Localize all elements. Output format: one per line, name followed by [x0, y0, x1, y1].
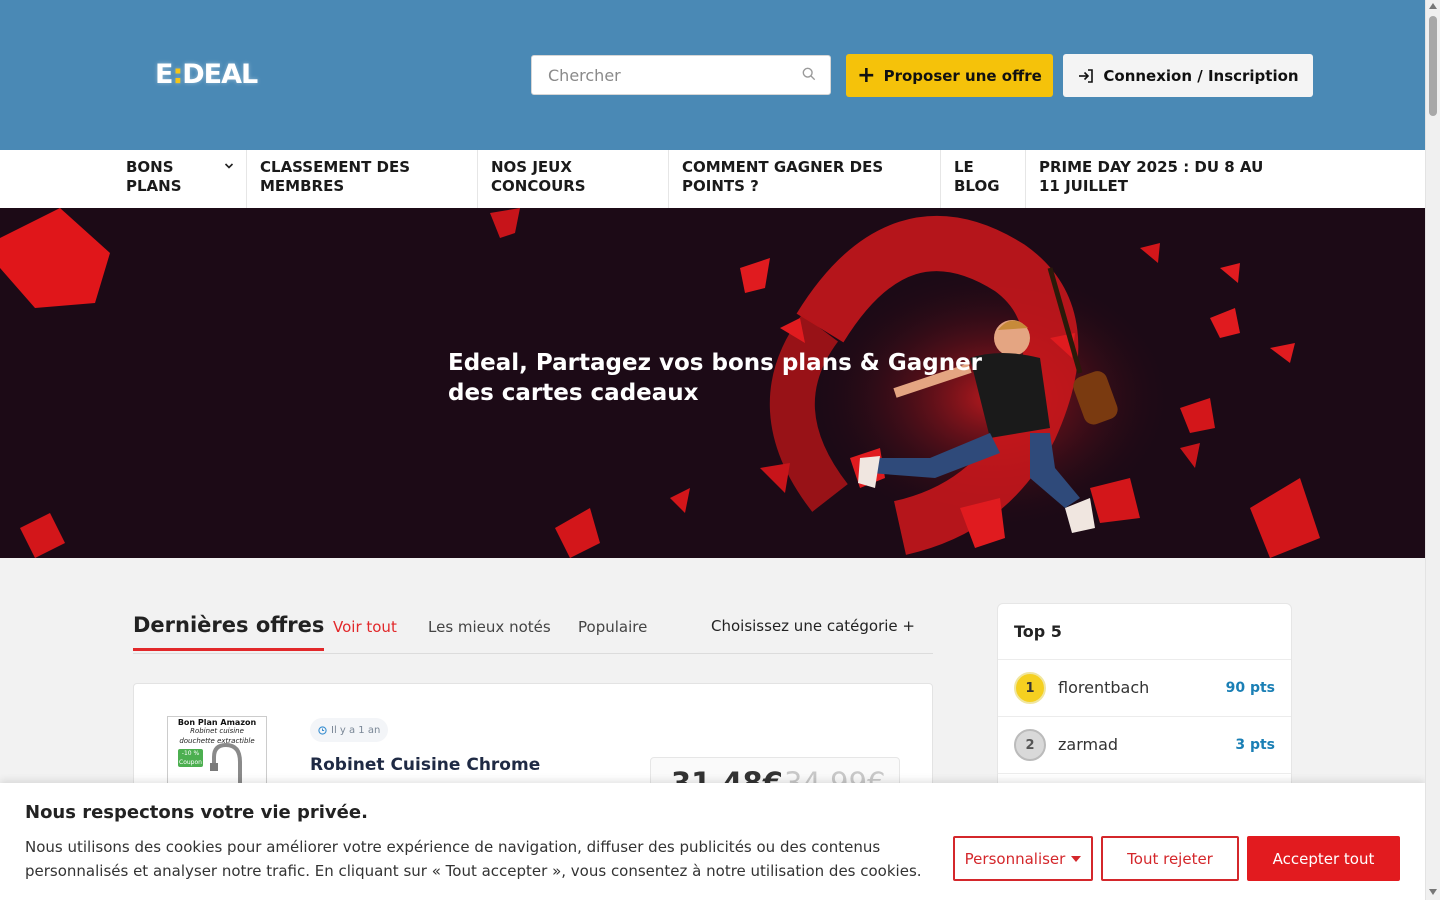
nav-item-label: COMMENT GAGNER DES POINTS ? [682, 158, 884, 195]
member-name[interactable]: florentbach [1058, 678, 1149, 697]
search-input[interactable] [532, 56, 782, 94]
nav-item-jeux-concours[interactable]: NOS JEUX CONCOURS [478, 150, 669, 208]
site-header: E:DEAL + Proposer une offre Connexion / … [0, 0, 1425, 150]
category-select[interactable]: Choisissez une catégorie + [711, 617, 915, 635]
scrollbar-thumb[interactable] [1429, 16, 1437, 116]
login-label: Connexion / Inscription [1103, 66, 1299, 85]
search-box [531, 55, 831, 95]
offer-time-badge: Il y a 1 an [310, 718, 389, 742]
member-name[interactable]: zarmad [1058, 735, 1118, 754]
nav-item-gagner-points[interactable]: COMMENT GAGNER DES POINTS ? [669, 150, 941, 208]
cookie-customize-button[interactable]: Personnaliser [953, 836, 1093, 881]
clock-icon [318, 725, 327, 735]
nav-item-label: BONS PLANS [126, 158, 182, 195]
search-icon[interactable] [802, 67, 816, 81]
tab-voir-tout[interactable]: Voir tout [333, 618, 397, 636]
nav-item-label: PRIME DAY 2025 : DU 8 AU 11 JUILLET [1039, 158, 1264, 195]
page-scrollbar[interactable] [1425, 0, 1440, 900]
nav-item-label: CLASSEMENT DES MEMBRES [260, 158, 411, 195]
member-points: 3 pts [1235, 737, 1275, 753]
nav-item-bons-plans[interactable]: BONS PLANS [113, 150, 247, 208]
plus-icon: + [857, 62, 876, 88]
main-nav: BONS PLANS CLASSEMENT DES MEMBRES NOS JE… [0, 150, 1425, 208]
scroll-down-arrow-icon[interactable] [1429, 889, 1437, 895]
tab-populaire[interactable]: Populaire [578, 618, 647, 636]
rank-badge: 1 [1014, 672, 1046, 704]
cookie-banner: Nous respectons votre vie privée. Nous u… [0, 783, 1425, 900]
nav-item-blog[interactable]: LE BLOG [941, 150, 1026, 208]
chevron-down-icon [224, 163, 234, 169]
hero-banner: Edeal, Partagez vos bons plans & Gagner … [0, 208, 1425, 558]
top5-title: Top 5 [1014, 622, 1062, 641]
tab-mieux-notes[interactable]: Les mieux notés [428, 618, 551, 636]
login-icon [1079, 68, 1094, 83]
rank-badge: 2 [1014, 729, 1046, 761]
propose-offer-button[interactable]: + Proposer une offre [846, 54, 1053, 97]
logo-text: E:DEAL [155, 59, 258, 90]
site-logo[interactable]: E:DEAL [155, 59, 258, 90]
cookie-accept-button[interactable]: Accepter tout [1247, 836, 1400, 881]
login-button[interactable]: Connexion / Inscription [1063, 54, 1313, 97]
scroll-up-arrow-icon[interactable] [1429, 3, 1437, 9]
offers-section-title: Dernières offres [133, 613, 325, 651]
cookie-title: Nous respectons votre vie privée. [25, 802, 368, 823]
nav-item-label: NOS JEUX CONCOURS [491, 158, 586, 195]
top5-row[interactable]: 1 florentbach 90 pts [998, 659, 1291, 716]
caret-down-icon [1071, 855, 1082, 862]
offer-time-text: Il y a 1 an [331, 724, 381, 736]
top5-row[interactable]: 2 zarmad 3 pts [998, 716, 1291, 773]
hero-title: Edeal, Partagez vos bons plans & Gagner … [448, 350, 983, 406]
nav-item-label: LE BLOG [954, 158, 1000, 195]
cookie-customize-label: Personnaliser [964, 849, 1066, 868]
offer-title[interactable]: Robinet Cuisine Chrome [310, 753, 570, 777]
propose-offer-label: Proposer une offre [883, 66, 1042, 85]
offers-header: Dernières offres Voir tout Les mieux not… [133, 605, 933, 654]
nav-item-prime-day[interactable]: PRIME DAY 2025 : DU 8 AU 11 JUILLET [1026, 150, 1286, 208]
member-points: 90 pts [1225, 680, 1275, 696]
cookie-text: Nous utilisons des cookies pour améliore… [25, 838, 922, 880]
nav-item-classement[interactable]: CLASSEMENT DES MEMBRES [247, 150, 478, 208]
cookie-reject-button[interactable]: Tout rejeter [1101, 836, 1239, 881]
